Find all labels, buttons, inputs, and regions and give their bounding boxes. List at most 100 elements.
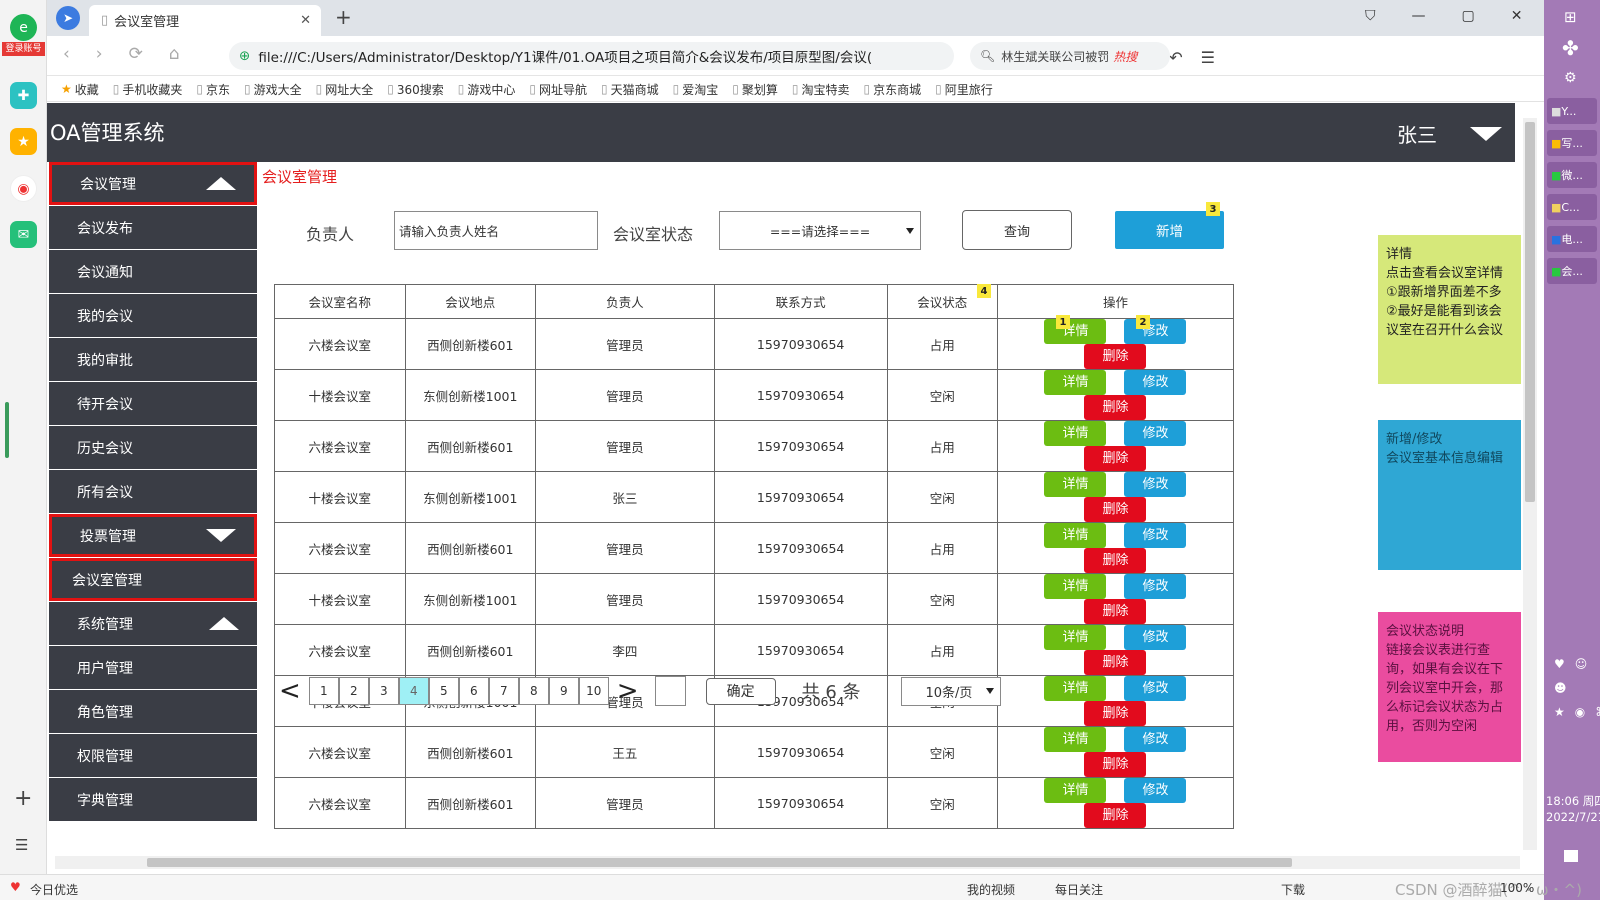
sidebar-item-13[interactable]: 权限管理 bbox=[49, 734, 257, 777]
detail-button[interactable]: 详情 bbox=[1044, 778, 1107, 803]
next-page-button[interactable]: > bbox=[617, 676, 639, 706]
status-item-2[interactable]: 下载 bbox=[1281, 881, 1305, 898]
sidebar-item-1[interactable]: 会议发布 bbox=[49, 206, 257, 249]
chevron-up-icon[interactable] bbox=[206, 177, 236, 190]
sidebar-item-9[interactable]: 会议室管理 bbox=[49, 558, 257, 601]
bookmark-4[interactable]: ▯ 网址大全 bbox=[316, 81, 374, 98]
user-dropdown-icon[interactable] bbox=[1470, 127, 1502, 141]
login-badge[interactable]: 登录账号 bbox=[2, 42, 45, 56]
tray-icons[interactable]: ♥☺☻★◉⌘◐◑ bbox=[1554, 652, 1600, 724]
detail-button[interactable]: 详情 bbox=[1044, 727, 1107, 752]
favorites-star-icon[interactable]: ★ bbox=[10, 128, 37, 155]
bookmark-1[interactable]: ▯ 手机收藏夹 bbox=[113, 81, 183, 98]
url-input[interactable]: ⊕ file:///C:/Users/Administrator/Desktop… bbox=[229, 42, 954, 70]
zoom-level[interactable]: 100% bbox=[1500, 881, 1534, 895]
detail-button[interactable]: 详情 bbox=[1044, 676, 1107, 701]
window-controls[interactable]: ⛉—▢✕ bbox=[1365, 8, 1558, 24]
detail-button[interactable]: 详情 bbox=[1044, 472, 1107, 497]
edit-button[interactable]: 修改 bbox=[1124, 370, 1187, 395]
page-button-3[interactable]: 3 bbox=[368, 677, 399, 705]
status-item-0[interactable]: 我的视频 bbox=[967, 881, 1015, 898]
bookmark-9[interactable]: ▯ 爱淘宝 bbox=[673, 81, 719, 98]
sidebar-item-2[interactable]: 会议通知 bbox=[49, 250, 257, 293]
sidebar-item-6[interactable]: 历史会议 bbox=[49, 426, 257, 469]
scroll-thumb[interactable] bbox=[1525, 122, 1535, 502]
delete-button[interactable]: 删除 bbox=[1084, 650, 1147, 675]
bookmark-12[interactable]: ▯ 京东商城 bbox=[864, 81, 922, 98]
user-name[interactable]: 张三 bbox=[1397, 119, 1437, 148]
browser-logo-icon[interactable]: e bbox=[10, 14, 37, 41]
windows-icon[interactable]: ⊞ bbox=[1564, 8, 1577, 26]
page-button-5[interactable]: 5 bbox=[428, 677, 459, 705]
hscroll-thumb[interactable] bbox=[147, 858, 1292, 867]
bookmark-2[interactable]: ▯ 京东 bbox=[196, 81, 230, 98]
delete-button[interactable]: 删除 bbox=[1084, 803, 1147, 828]
taskbar-item-1[interactable]: ■ 写... bbox=[1547, 130, 1597, 156]
detail-button[interactable]: 详情 bbox=[1044, 523, 1107, 548]
browser-search-input[interactable]: 🔍︎ 林生斌关联公司被罚 热搜 bbox=[970, 42, 1170, 70]
bookmark-10[interactable]: ▯ 聚划算 bbox=[732, 81, 778, 98]
plus-app-icon[interactable]: ✚ bbox=[10, 82, 37, 109]
bookmark-13[interactable]: ▯ 阿里旅行 bbox=[935, 81, 993, 98]
status-select[interactable]: ===请选择=== bbox=[719, 211, 921, 250]
prev-page-button[interactable]: < bbox=[279, 676, 301, 706]
tab-meeting-room[interactable]: ▯ 会议室管理 ✕ bbox=[89, 5, 321, 36]
delete-button[interactable]: 删除 bbox=[1084, 701, 1147, 726]
chevron-down-icon[interactable] bbox=[206, 529, 236, 542]
fan-icon[interactable]: ✤ bbox=[1562, 36, 1579, 60]
query-button[interactable]: 查询 bbox=[962, 210, 1072, 250]
page-button-6[interactable]: 6 bbox=[458, 677, 489, 705]
detail-button[interactable]: 详情 bbox=[1044, 574, 1107, 599]
bookmark-6[interactable]: ▯ 游戏中心 bbox=[458, 81, 516, 98]
page-button-4[interactable]: 4 bbox=[398, 677, 429, 705]
notification-icon[interactable] bbox=[1564, 850, 1578, 862]
sidebar-item-11[interactable]: 用户管理 bbox=[49, 646, 257, 689]
sidebar-item-3[interactable]: 我的会议 bbox=[49, 294, 257, 337]
delete-button[interactable]: 删除 bbox=[1084, 752, 1147, 777]
chevron-up-icon[interactable] bbox=[209, 617, 239, 630]
edit-button[interactable]: 修改 bbox=[1124, 778, 1187, 803]
confirm-button[interactable]: 确定 bbox=[705, 677, 776, 705]
page-button-8[interactable]: 8 bbox=[518, 677, 549, 705]
page-button-10[interactable]: 10 bbox=[578, 677, 609, 705]
edit-button[interactable]: 修改 bbox=[1124, 421, 1187, 446]
delete-button[interactable]: 删除 bbox=[1084, 599, 1147, 624]
sidebar-item-4[interactable]: 我的审批 bbox=[49, 338, 257, 381]
status-left[interactable]: 今日优选 bbox=[30, 881, 78, 898]
sidebar-item-7[interactable]: 所有会议 bbox=[49, 470, 257, 513]
sidebar-item-0[interactable]: 会议管理 bbox=[49, 162, 257, 205]
detail-button[interactable]: 详情 bbox=[1044, 319, 1107, 344]
edit-button[interactable]: 修改 bbox=[1124, 523, 1187, 548]
edit-button[interactable]: 修改 bbox=[1124, 625, 1187, 650]
settings-gear-icon[interactable]: ⚙ bbox=[1564, 70, 1577, 86]
mail-icon[interactable]: ✉ bbox=[10, 221, 37, 248]
detail-button[interactable]: 详情 bbox=[1044, 370, 1107, 395]
status-item-1[interactable]: 每日关注 bbox=[1055, 881, 1103, 898]
page-button-9[interactable]: 9 bbox=[548, 677, 579, 705]
delete-button[interactable]: 删除 bbox=[1084, 548, 1147, 573]
bookmark-7[interactable]: ▯ 网址导航 bbox=[529, 81, 587, 98]
vertical-scrollbar[interactable] bbox=[1523, 118, 1537, 850]
owner-input[interactable]: 请输入负责人姓名 bbox=[394, 211, 598, 250]
delete-button[interactable]: 删除 bbox=[1084, 344, 1147, 369]
horizontal-scrollbar[interactable] bbox=[55, 856, 1520, 869]
add-icon[interactable]: + bbox=[14, 786, 32, 811]
bookmark-3[interactable]: ▯ 游戏大全 bbox=[244, 81, 302, 98]
delete-button[interactable]: 删除 bbox=[1084, 395, 1147, 420]
delete-button[interactable]: 删除 bbox=[1084, 497, 1147, 522]
new-tab-button[interactable]: + bbox=[335, 5, 352, 29]
weibo-icon[interactable]: ◉ bbox=[10, 175, 37, 202]
close-tab-icon[interactable]: ✕ bbox=[300, 13, 311, 28]
taskbar-item-5[interactable]: ■ 会... bbox=[1547, 258, 1597, 284]
page-button-7[interactable]: 7 bbox=[488, 677, 519, 705]
edit-button[interactable]: 修改 bbox=[1124, 472, 1187, 497]
taskbar-item-2[interactable]: ■ 微... bbox=[1547, 162, 1597, 188]
nav-arrow-icon[interactable]: ➤ bbox=[56, 6, 80, 30]
page-button-1[interactable]: 1 bbox=[308, 677, 339, 705]
bookmark-11[interactable]: ▯ 淘宝特卖 bbox=[792, 81, 850, 98]
sidebar-item-14[interactable]: 字典管理 bbox=[49, 778, 257, 821]
sidebar-item-8[interactable]: 投票管理 bbox=[49, 514, 257, 557]
detail-button[interactable]: 详情 bbox=[1044, 625, 1107, 650]
add-button[interactable]: 新增 bbox=[1115, 211, 1224, 249]
per-page-select[interactable]: 10条/页 bbox=[900, 676, 1001, 706]
